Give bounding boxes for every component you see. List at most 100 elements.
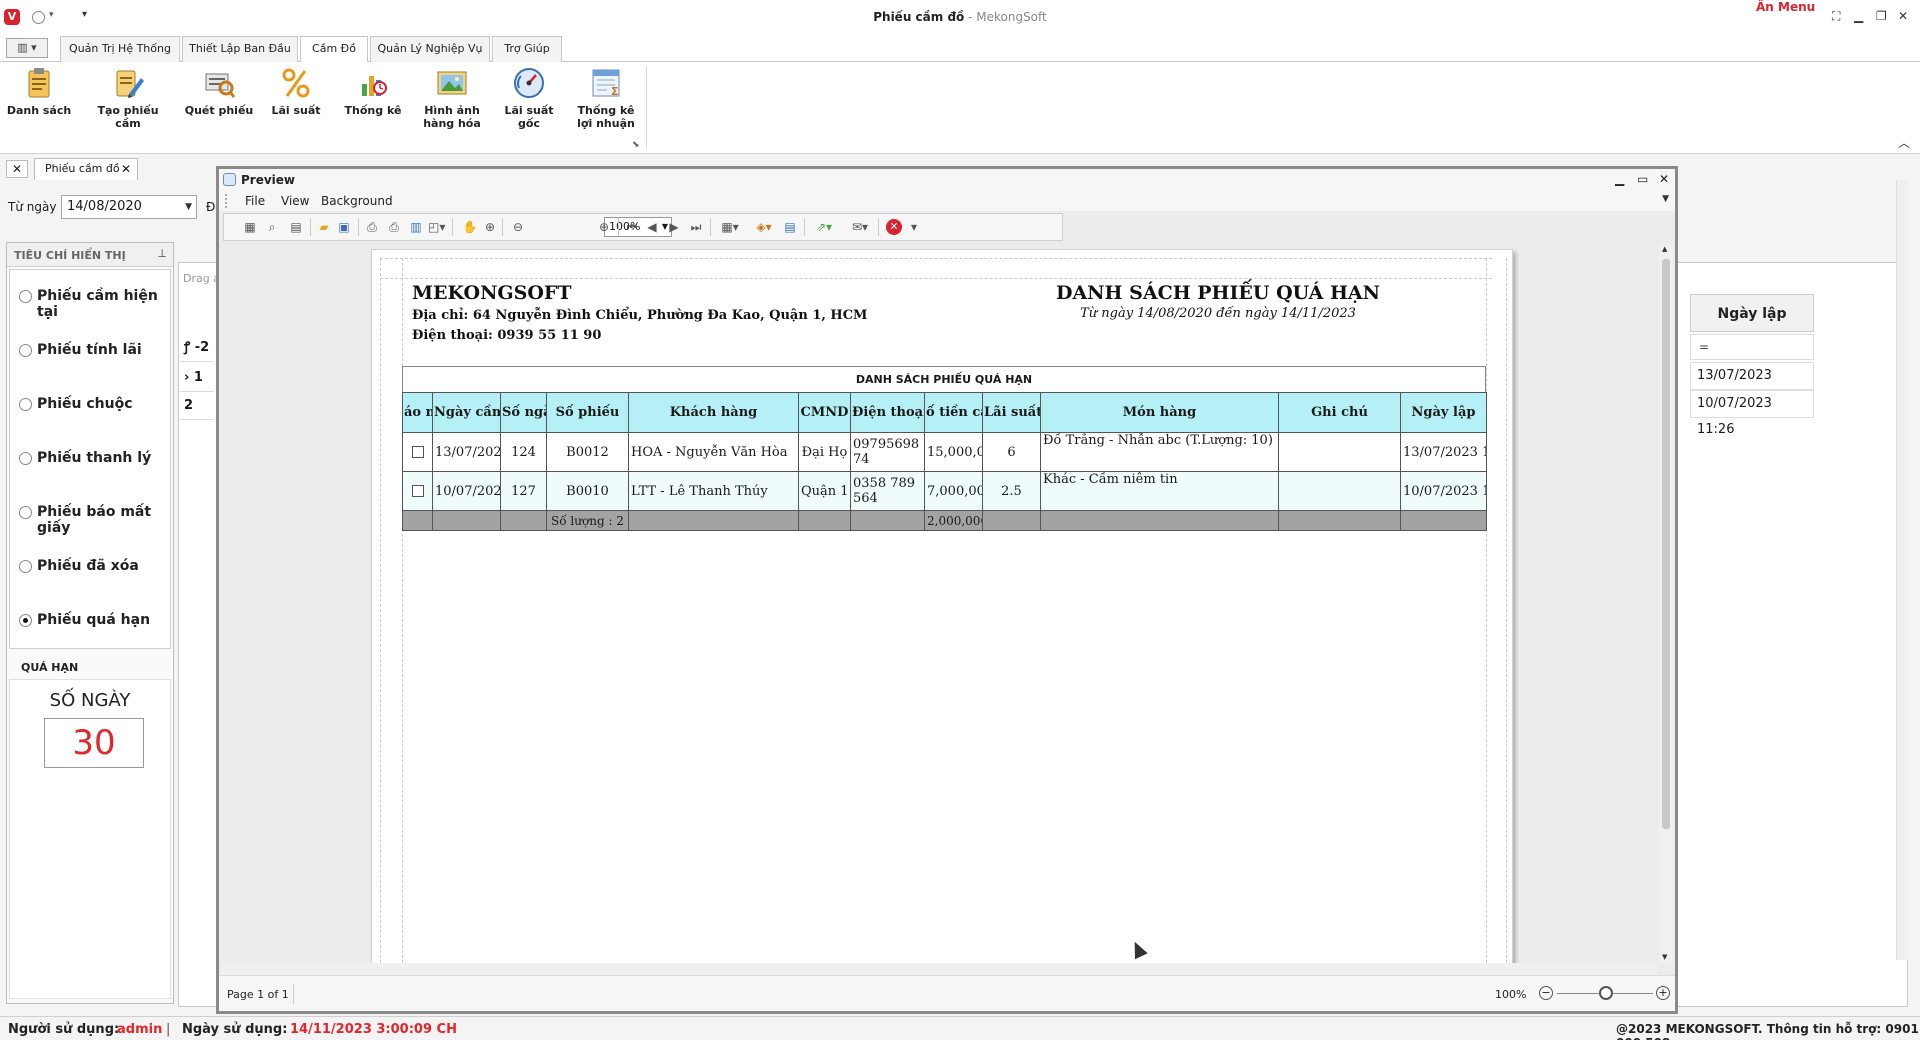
send-email-icon[interactable]: ✉▾ [848,219,872,235]
pin-icon[interactable]: ⊥ [157,247,167,260]
scale-icon[interactable]: ◰▾ [428,219,445,235]
first-page-icon[interactable]: ⏮ [624,219,640,235]
zoom-slider-thumb[interactable] [1599,986,1613,1000]
scroll-down-icon[interactable]: ▼ [1662,953,1667,961]
multiple-pages-icon[interactable]: ▦▾ [718,219,742,235]
summary-cell [982,510,1041,531]
previous-page-icon[interactable]: ◀ [644,219,660,235]
from-date-input[interactable]: 14/08/2020 ▼ [61,195,197,219]
ribbon-quet-phieu-button[interactable]: Quét phiếu [184,66,254,117]
zoom-out-icon[interactable]: ⊖ [510,219,526,235]
preview-close-icon[interactable]: ✕ [1659,172,1669,186]
radio-circle[interactable] [19,452,32,465]
radio-circle-checked[interactable] [19,614,32,627]
col-header: Điện thoại [850,392,925,433]
grid-filter-cell[interactable]: = [1690,334,1814,360]
radio-circle[interactable] [19,560,32,573]
scroll-thumb[interactable] [1662,259,1670,829]
tab-quan-ly-nghiep-vu[interactable]: Quản Lý Nghiệp Vụ [370,36,490,62]
document-map-icon[interactable]: ▦ [242,219,258,235]
thumbnails-icon[interactable]: ▤ [288,219,304,235]
ribbon-tao-phieu-cam-button[interactable]: Tạo phiếu cầm [84,66,172,130]
color-fill-icon[interactable]: ◈▾ [752,219,776,235]
preview-minimize-icon[interactable]: ▁ [1615,172,1624,186]
page-setup-icon[interactable]: ▥ [408,219,424,235]
ribbon-hinh-anh-hang-hoa-button[interactable]: Hình ảnh hàng hóa [420,66,484,130]
radio-phieu-da-xoa[interactable]: Phiếu đã xóa [19,556,169,578]
date-dropdown-icon[interactable]: ▼ [185,196,192,218]
grid-column-ngay-lap[interactable]: Ngày lập [1690,294,1814,332]
toolbar-overflow-icon[interactable]: ▾ [906,219,922,235]
radio-phieu-bao-mat-giay[interactable]: Phiếu báo mất giấy [19,502,169,536]
radio-circle[interactable] [19,344,32,357]
preview-vertical-scrollbar[interactable]: ▲ ▼ [1659,243,1673,963]
ribbon-group-launcher-icon[interactable]: ⬊ [632,140,640,150]
close-icon[interactable]: ✕ [1898,9,1908,23]
print-icon[interactable]: ⎙ [364,219,380,235]
menu-overflow-icon[interactable]: ▼ [1662,194,1669,204]
preview-horizontal-scrollbar[interactable] [221,963,1657,975]
radio-phieu-qua-han[interactable]: Phiếu quá hạn [19,610,169,632]
close-preview-icon[interactable]: ✕ [886,219,902,235]
zoom-minus-icon[interactable]: − [1539,986,1553,1000]
user-value: admin [117,1022,163,1037]
ribbon-lai-suat-goc-button[interactable]: Lãi suất gốc [496,66,562,130]
hand-tool-icon[interactable]: ✋ [462,219,478,235]
minimize-icon[interactable]: ▁ [1854,9,1863,23]
so-ngay-input[interactable]: 30 [44,718,144,768]
magnifier-icon[interactable]: ⊕ [482,219,498,235]
tab-thiet-lap-ban-dau[interactable]: Thiết Lập Ban Đầu [182,36,298,62]
close-all-docs-button[interactable]: ✕ [6,160,28,178]
radio-circle[interactable] [19,506,32,519]
cell-so-ngay: 127 [500,471,547,511]
open-folder-icon[interactable]: ▰ [316,219,332,235]
cell-mon-hang: Đồ Trắng - Nhẫn abc (T.Lượng: 10) [1040,432,1279,472]
radio-phieu-cam-hien-tai[interactable]: Phiếu cầm hiện tại [19,286,169,320]
menu-file[interactable]: File [245,194,265,208]
doc-tab-phieu-cam-do[interactable]: Phiếu cầm đồ ✕ [34,158,138,180]
radio-phieu-tinh-lai[interactable]: Phiếu tính lãi [19,340,169,362]
hide-menu-link[interactable]: Ẩn Menu [1756,0,1815,14]
radio-phieu-thanh-ly[interactable]: Phiếu thanh lý [19,448,169,470]
radio-circle[interactable] [19,290,32,303]
screenshot-icon[interactable]: ⛶ [1832,9,1840,24]
app-menu-button[interactable]: ▥ ▾ [6,38,48,58]
report-subtitle: Từ ngày 14/08/2020 đến ngày 14/11/2023 [1080,306,1356,321]
scroll-up-icon[interactable]: ▲ [1662,245,1667,253]
collapse-ribbon-icon[interactable]: ︿ [1898,134,1910,151]
ribbon-thong-ke-button[interactable]: Thống kê [338,66,408,117]
col-header: Ngày lập [1400,392,1487,433]
menu-view[interactable]: View [281,194,309,208]
ribbon-lai-suat-button[interactable]: Lãi suất [266,66,326,117]
zoom-plus-icon[interactable]: + [1656,986,1670,1000]
tab-quan-tri-he-thong[interactable]: Quản Trị Hệ Thống [60,36,180,62]
export-icon[interactable]: ⇗▾ [812,219,836,235]
radio-circle[interactable] [19,398,32,411]
radio-phieu-chuoc[interactable]: Phiếu chuộc [19,394,169,416]
from-date-label: Từ ngày [8,200,57,214]
tab-cam-do[interactable]: Cầm Đồ [300,36,368,63]
zoom-in-icon[interactable]: ⊕ [596,219,612,235]
restore-icon[interactable]: ❐ [1876,9,1887,23]
toolbar-separator [878,218,879,236]
next-page-icon[interactable]: ▶ [666,219,682,235]
grid-cell[interactable]: 10/07/2023 11:26 [1690,390,1814,437]
find-binoculars-icon[interactable]: ⌕ [264,219,280,235]
row-marker[interactable]: › 1 [180,364,214,392]
close-tab-icon[interactable]: ✕ [121,159,131,179]
preview-maximize-icon[interactable]: ▭ [1637,172,1648,186]
last-page-icon[interactable]: ⏭ [688,219,704,235]
tab-tro-giup[interactable]: Trợ Giúp [492,36,562,62]
menu-background[interactable]: Background [321,194,393,208]
ribbon-danh-sach-button[interactable]: Danh sách [6,66,72,117]
quick-print-icon[interactable]: ⎙ [386,219,402,235]
grid-vertical-scrollbar[interactable] [1896,180,1908,960]
grid-cell[interactable]: 13/07/2023 16:25 [1690,362,1814,409]
col-header: ố tiền cầ [924,392,983,433]
preview-canvas[interactable]: MEKONGSOFT Địa chỉ: 64 Nguyễn Đình Chiểu… [221,243,1657,963]
col-header: Ngày cầm [432,392,501,433]
ribbon-thong-ke-loi-nhuan-button[interactable]: Σ Thống kê lợi nhuận [572,66,640,130]
save-icon[interactable]: ▣ [336,219,352,235]
row-marker[interactable]: 2 [180,392,214,420]
watermark-icon[interactable]: ▤ [782,219,798,235]
